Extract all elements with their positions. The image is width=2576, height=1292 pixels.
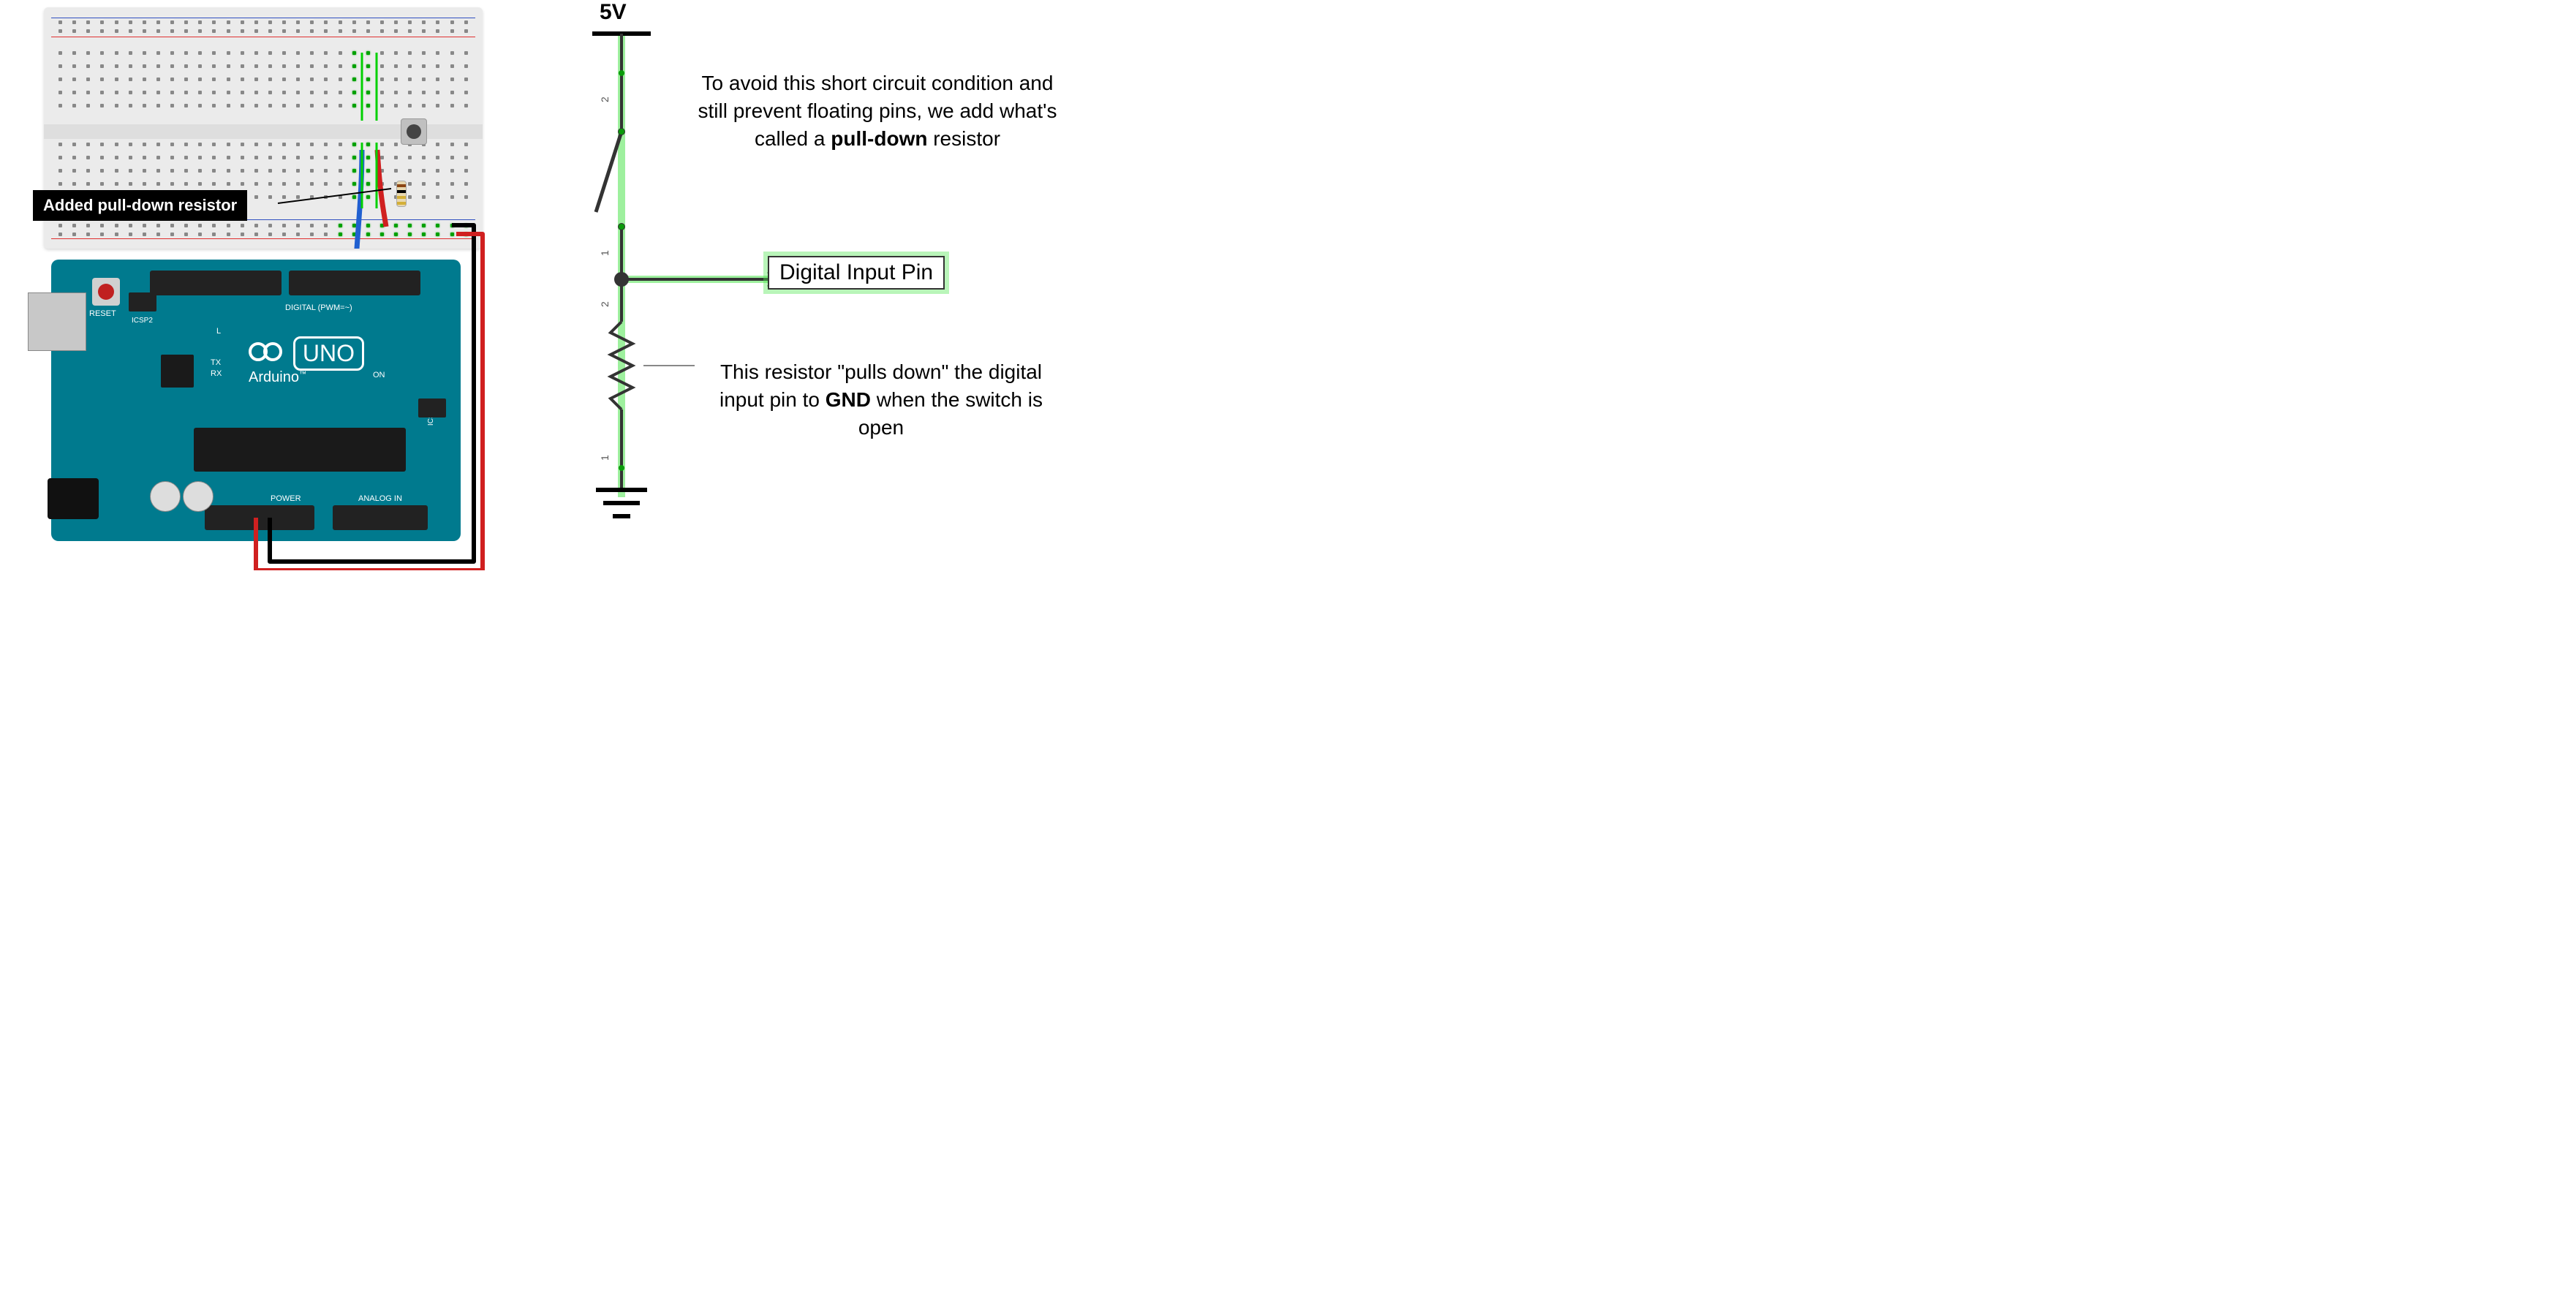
- icsp2-label: ICSP2: [132, 317, 153, 325]
- svg-text:2: 2: [599, 97, 611, 102]
- schematic-panel: 5V 2 1 2: [497, 0, 1111, 561]
- digital-input-pin-box: Digital Input Pin: [768, 256, 945, 290]
- svg-text:1: 1: [599, 250, 611, 256]
- explanation-bottom: This resistor "pulls down" the digital i…: [702, 358, 1060, 441]
- digital-header-left: [150, 271, 282, 295]
- digital-section-label: DIGITAL (PWM=~): [285, 303, 352, 312]
- pulldown-resistor: [396, 172, 405, 216]
- icsp-header: [418, 398, 446, 418]
- arduino-logo: UNO Arduino™: [249, 336, 364, 386]
- usb-port: [28, 292, 86, 351]
- digital-header-right: [289, 271, 420, 295]
- tactile-button: [401, 118, 427, 145]
- svg-text:1: 1: [599, 455, 611, 461]
- arduino-uno-board: RESET ICSP2 DIGITAL (PWM=~) POWER ANALOG…: [51, 260, 461, 541]
- tx-label: TX: [211, 358, 221, 367]
- atmega-chip: [194, 428, 406, 472]
- small-chip: [161, 355, 194, 388]
- svg-text:2: 2: [599, 301, 611, 307]
- analog-section-label: ANALOG IN: [358, 494, 402, 503]
- power-jack: [48, 478, 99, 519]
- capacitor-1: [150, 481, 181, 512]
- power-header: [205, 505, 314, 530]
- icsp2-header: [129, 292, 156, 311]
- power-section-label: POWER: [271, 494, 301, 503]
- analog-header: [333, 505, 428, 530]
- reset-label: RESET: [89, 309, 116, 318]
- explanation-top: To avoid this short circuit condition an…: [687, 69, 1068, 152]
- pulldown-callout-label: Added pull-down resistor: [33, 190, 247, 221]
- capacitor-2: [183, 481, 214, 512]
- l-label: L: [216, 327, 221, 336]
- reset-button: [92, 278, 120, 306]
- breadboard-arduino-panel: Added pull-down resistor RESET ICSP2 DIG…: [0, 0, 497, 561]
- rx-label: RX: [211, 369, 222, 378]
- on-label: ON: [373, 371, 385, 379]
